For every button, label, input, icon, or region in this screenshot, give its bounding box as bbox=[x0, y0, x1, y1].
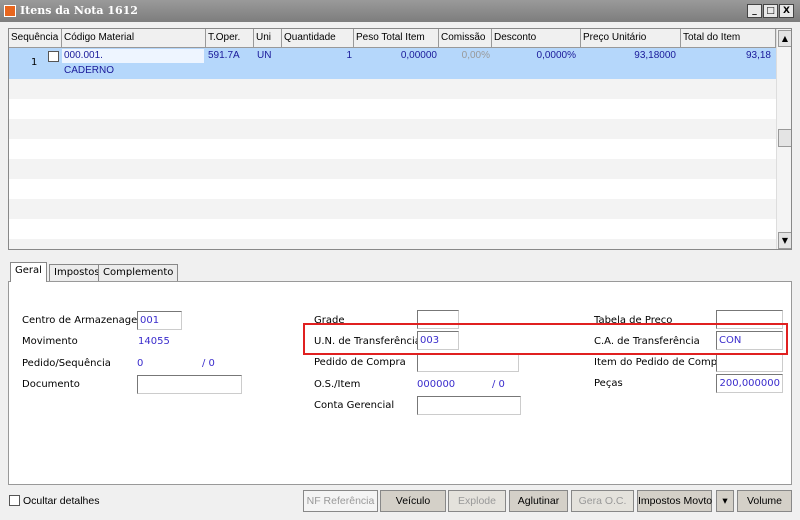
row-sequencia: 1 bbox=[31, 57, 38, 68]
os-value: 000000 bbox=[417, 379, 456, 390]
movimento-label: Movimento bbox=[22, 336, 78, 347]
row-comissao: 0,00% bbox=[461, 50, 490, 61]
vertical-scrollbar[interactable]: ▲ ▼ bbox=[776, 29, 791, 249]
documento-label: Documento bbox=[22, 379, 80, 390]
pecas-input[interactable]: 200,000000 bbox=[716, 374, 783, 393]
gera-oc-button[interactable]: Gera O.C. bbox=[571, 490, 634, 512]
pecas-label: Peças bbox=[594, 378, 623, 389]
row-descricao: CADERNO bbox=[64, 65, 115, 76]
pedido-compra-label: Pedido de Compra bbox=[314, 357, 406, 368]
close-button[interactable]: X bbox=[779, 4, 794, 18]
geral-panel bbox=[8, 281, 792, 485]
pedido-sequencia-label: Pedido/Sequência bbox=[22, 358, 111, 369]
col-quantidade[interactable]: Quantidade bbox=[282, 29, 354, 48]
col-desconto[interactable]: Desconto bbox=[492, 29, 581, 48]
row-checkbox[interactable] bbox=[48, 51, 59, 62]
row-quantidade: 1 bbox=[346, 50, 352, 61]
col-sequencia[interactable]: Sequência bbox=[9, 29, 62, 48]
tab-geral[interactable]: Geral bbox=[10, 262, 47, 282]
row-peso: 0,00000 bbox=[400, 50, 437, 61]
scroll-down-icon[interactable]: ▼ bbox=[778, 232, 791, 249]
window-title: Itens da Nota 1612 bbox=[20, 4, 138, 17]
nf-referencia-button[interactable]: NF Referência bbox=[303, 490, 378, 512]
minimize-button[interactable]: _ bbox=[747, 4, 762, 18]
conta-gerencial-input[interactable] bbox=[417, 396, 521, 415]
highlight-box bbox=[303, 323, 788, 355]
items-grid[interactable]: Sequência Código Material T.Oper. Uni Qu… bbox=[8, 28, 792, 250]
centro-input[interactable]: 001 bbox=[137, 311, 182, 330]
explode-button[interactable]: Explode bbox=[448, 490, 506, 512]
scroll-up-icon[interactable]: ▲ bbox=[778, 30, 791, 47]
row-uni: UN bbox=[257, 50, 272, 61]
pedido-compra-input[interactable] bbox=[417, 353, 519, 372]
row-total: 93,18 bbox=[745, 50, 771, 61]
pedido-value: 0 bbox=[137, 358, 144, 369]
conta-gerencial-label: Conta Gerencial bbox=[314, 400, 395, 411]
movimento-value: 14055 bbox=[138, 336, 170, 347]
row-preco: 93,18000 bbox=[634, 50, 676, 61]
col-toper[interactable]: T.Oper. bbox=[206, 29, 254, 48]
ocultar-detalhes-checkbox[interactable] bbox=[9, 495, 20, 506]
col-total[interactable]: Total do Item bbox=[681, 29, 776, 48]
col-preco[interactable]: Preço Unitário bbox=[581, 29, 681, 48]
title-bar: Itens da Nota 1612 bbox=[0, 0, 800, 22]
veiculo-button[interactable]: Veículo bbox=[380, 490, 446, 512]
os-item-label: O.S./Item bbox=[314, 379, 361, 390]
sequencia-value: / 0 bbox=[202, 358, 215, 369]
item-pedido-compra-label: Item do Pedido de Compra bbox=[594, 357, 728, 368]
item-value: / 0 bbox=[492, 379, 505, 390]
scroll-thumb[interactable] bbox=[778, 129, 791, 147]
item-pedido-compra-input[interactable] bbox=[716, 353, 783, 372]
ocultar-detalhes-label[interactable]: Ocultar detalhes bbox=[23, 495, 99, 507]
aglutinar-button[interactable]: Aglutinar bbox=[509, 490, 568, 512]
tab-impostos[interactable]: Impostos bbox=[49, 264, 105, 282]
documento-input[interactable] bbox=[137, 375, 242, 394]
tab-complemento[interactable]: Complemento bbox=[98, 264, 179, 282]
col-uni[interactable]: Uni bbox=[254, 29, 282, 48]
col-codigo[interactable]: Código Material bbox=[62, 29, 206, 48]
maximize-button[interactable]: □ bbox=[763, 4, 778, 18]
chevron-down-icon[interactable]: ▾ bbox=[716, 490, 734, 512]
row-codigo: 000.001. bbox=[64, 50, 103, 61]
impostos-movto-button[interactable]: Impostos Movto bbox=[637, 490, 712, 512]
row-toper: 591.7A bbox=[208, 50, 240, 61]
table-row[interactable]: 1 000.001. CADERNO 591.7A UN 1 0,00000 0… bbox=[9, 48, 776, 79]
row-desconto: 0,0000% bbox=[536, 50, 576, 61]
volume-button[interactable]: Volume bbox=[737, 490, 792, 512]
centro-label: Centro de Armazenagem bbox=[22, 315, 148, 326]
col-comissao[interactable]: Comissão bbox=[439, 29, 492, 48]
col-peso[interactable]: Peso Total Item bbox=[354, 29, 439, 48]
app-icon bbox=[4, 5, 16, 17]
